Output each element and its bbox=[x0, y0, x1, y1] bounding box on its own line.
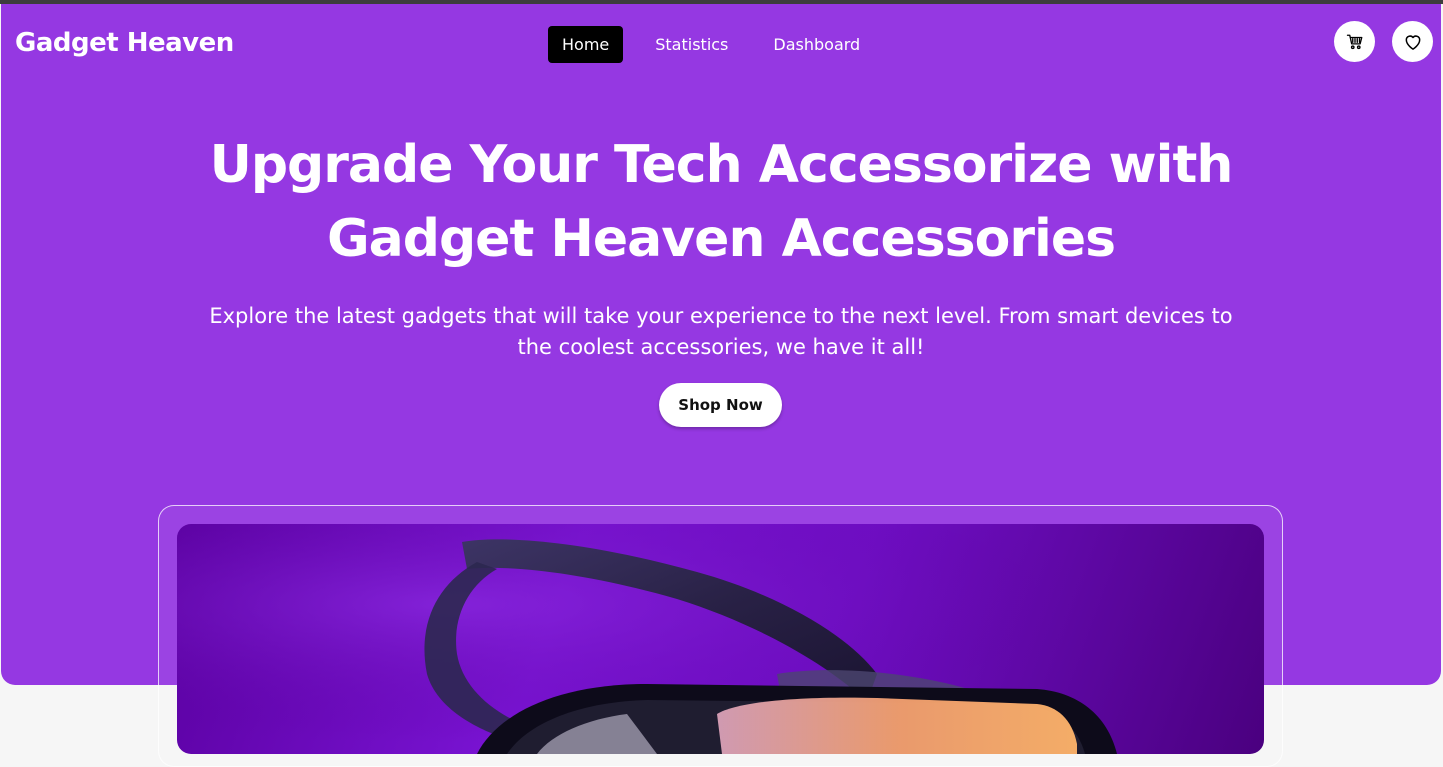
nav-item-statistics[interactable]: Statistics bbox=[641, 26, 742, 63]
vr-headset-illustration bbox=[177, 524, 1264, 754]
vr-headset-image bbox=[177, 524, 1264, 754]
cart-button[interactable] bbox=[1334, 21, 1375, 62]
shop-now-button[interactable]: Shop Now bbox=[659, 383, 782, 427]
hero-headline-line-1: Upgrade Your Tech Accessorize with bbox=[209, 135, 1234, 195]
wishlist-button[interactable] bbox=[1392, 21, 1433, 62]
brand-logo-text[interactable]: Gadget Heaven bbox=[15, 26, 234, 60]
heart-icon bbox=[1405, 34, 1420, 50]
hero-subtext: Explore the latest gadgets that will tak… bbox=[161, 301, 1281, 363]
hero-subtext-line-1: Explore the latest gadgets that will tak… bbox=[209, 304, 1233, 328]
nav-item-dashboard[interactable]: Dashboard bbox=[759, 26, 874, 63]
hero-subtext-line-2: the coolest accessories, we have it all! bbox=[517, 335, 925, 359]
hero-headline-line-2: Gadget Heaven Accessories bbox=[326, 209, 1116, 269]
nav-item-home[interactable]: Home bbox=[548, 26, 624, 63]
hero-headline: Upgrade Your Tech Accessorize with Gadge… bbox=[121, 128, 1321, 276]
main-nav: Home Statistics Dashboard bbox=[548, 26, 874, 63]
cart-icon bbox=[1346, 34, 1362, 49]
